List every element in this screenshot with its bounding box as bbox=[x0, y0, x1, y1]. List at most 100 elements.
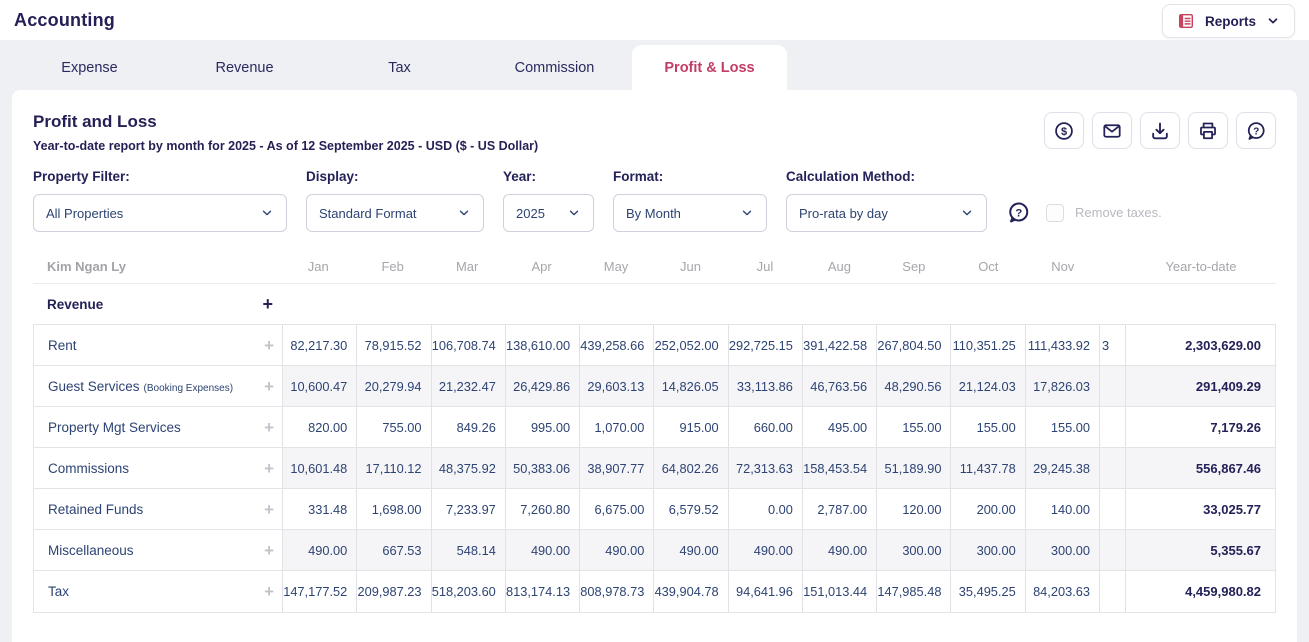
help-icon: ? bbox=[1245, 120, 1267, 142]
property-filter-select[interactable]: All Properties bbox=[33, 194, 287, 232]
month-value-cell: 300.00 bbox=[876, 530, 950, 570]
month-value-cell: 7,260.80 bbox=[505, 489, 579, 529]
month-value-cell: 155.00 bbox=[950, 407, 1024, 447]
section-title: Revenue bbox=[47, 297, 103, 312]
year-select[interactable]: 2025 bbox=[503, 194, 594, 232]
month-value-cell: 120.00 bbox=[876, 489, 950, 529]
row-label: Property Mgt Services+ bbox=[34, 407, 282, 447]
column-header-aug: Aug bbox=[802, 259, 876, 274]
month-value-cell: 110,351.25 bbox=[950, 325, 1024, 365]
month-value-cell: 6,579.52 bbox=[653, 489, 727, 529]
month-value-cell: 21,232.47 bbox=[431, 366, 505, 406]
report-title: Profit and Loss bbox=[33, 112, 538, 132]
tab-profit-loss[interactable]: Profit & Loss bbox=[632, 45, 787, 90]
month-value-cell: 2,787.00 bbox=[802, 489, 876, 529]
print-button[interactable] bbox=[1188, 112, 1228, 149]
row-label: Rent+ bbox=[34, 325, 282, 365]
table-row-commissions: Commissions+10,601.4817,110.1248,375.925… bbox=[34, 448, 1275, 489]
format-select[interactable]: By Month bbox=[613, 194, 767, 232]
print-icon bbox=[1197, 120, 1219, 142]
tab-tax[interactable]: Tax bbox=[322, 45, 477, 90]
month-value-cell: 292,725.15 bbox=[728, 325, 802, 365]
display-filter-label: Display: bbox=[306, 169, 484, 184]
remove-taxes-label: Remove taxes. bbox=[1075, 205, 1162, 220]
ytd-column-header: Year-to-date bbox=[1126, 259, 1276, 274]
month-value-cell: 548.14 bbox=[431, 530, 505, 570]
mail-icon bbox=[1101, 120, 1123, 142]
month-value-cell: 155.00 bbox=[1025, 407, 1099, 447]
expand-row-icon[interactable]: + bbox=[264, 460, 274, 477]
month-value-cell: 0.00 bbox=[728, 489, 802, 529]
email-button[interactable] bbox=[1092, 112, 1132, 149]
faq-button[interactable]: ? bbox=[1236, 112, 1276, 149]
dec-partial-cell bbox=[1099, 407, 1125, 447]
calc-method-value: Pro-rata by day bbox=[799, 206, 888, 221]
display-select[interactable]: Standard Format bbox=[306, 194, 484, 232]
ytd-value-cell: 7,179.26 bbox=[1125, 407, 1275, 447]
month-value-cell: 200.00 bbox=[950, 489, 1024, 529]
help-icon[interactable]: ? bbox=[1006, 200, 1031, 225]
currency-button[interactable]: $ bbox=[1044, 112, 1084, 149]
tab-commission[interactable]: Commission bbox=[477, 45, 632, 90]
svg-text:?: ? bbox=[1015, 207, 1022, 219]
table-row-rent: Rent+82,217.3078,915.52106,708.74138,610… bbox=[34, 325, 1275, 366]
expand-row-icon[interactable]: + bbox=[264, 419, 274, 436]
expand-row-icon[interactable]: + bbox=[264, 542, 274, 559]
property-filter-value: All Properties bbox=[46, 206, 123, 221]
month-value-cell: 490.00 bbox=[653, 530, 727, 570]
month-value-cell: 267,804.50 bbox=[876, 325, 950, 365]
expand-row-icon[interactable]: + bbox=[264, 583, 274, 600]
expand-row-icon[interactable]: + bbox=[264, 378, 274, 395]
month-value-cell: 660.00 bbox=[728, 407, 802, 447]
row-label: Commissions+ bbox=[34, 448, 282, 488]
svg-text:$: $ bbox=[1061, 125, 1067, 137]
month-value-cell: 252,052.00 bbox=[653, 325, 727, 365]
remove-taxes-checkbox[interactable] bbox=[1046, 204, 1064, 222]
table-row-miscellaneous: Miscellaneous+490.00667.53548.14490.0049… bbox=[34, 530, 1275, 571]
expand-row-icon[interactable]: + bbox=[264, 337, 274, 354]
month-value-cell: 391,422.58 bbox=[802, 325, 876, 365]
month-value-cell: 48,290.56 bbox=[876, 366, 950, 406]
month-value-cell: 82,217.30 bbox=[282, 325, 356, 365]
month-value-cell: 26,429.86 bbox=[505, 366, 579, 406]
dec-partial-cell bbox=[1099, 448, 1125, 488]
month-value-cell: 21,124.03 bbox=[950, 366, 1024, 406]
month-value-cell: 14,826.05 bbox=[653, 366, 727, 406]
table-rows: Rent+82,217.3078,915.52106,708.74138,610… bbox=[33, 324, 1276, 613]
expand-section-icon[interactable]: + bbox=[262, 295, 273, 313]
reports-button-label: Reports bbox=[1205, 14, 1256, 29]
currency-icon: $ bbox=[1053, 120, 1075, 142]
report-subtitle: Year-to-date report by month for 2025 - … bbox=[33, 139, 538, 153]
tab-revenue[interactable]: Revenue bbox=[167, 45, 322, 90]
dec-partial-cell bbox=[1099, 489, 1125, 529]
month-value-cell: 820.00 bbox=[282, 407, 356, 447]
column-header-nov: Nov bbox=[1026, 259, 1100, 274]
calc-method-label: Calculation Method: bbox=[786, 169, 987, 184]
month-value-cell: 78,915.52 bbox=[356, 325, 430, 365]
format-filter-label: Format: bbox=[613, 169, 767, 184]
month-value-cell: 111,433.92 bbox=[1025, 325, 1099, 365]
month-value-cell: 10,601.48 bbox=[282, 448, 356, 488]
ytd-value-cell: 5,355.67 bbox=[1125, 530, 1275, 570]
month-value-cell: 808,978.73 bbox=[579, 571, 653, 612]
row-label: Guest Services(Booking Expenses)+ bbox=[34, 366, 282, 406]
tab-expense[interactable]: Expense bbox=[12, 45, 167, 90]
month-value-cell: 439,904.78 bbox=[653, 571, 727, 612]
month-value-cell: 84,203.63 bbox=[1025, 571, 1099, 612]
month-value-cell: 7,233.97 bbox=[431, 489, 505, 529]
column-header-jun: Jun bbox=[653, 259, 727, 274]
month-value-cell: 849.26 bbox=[431, 407, 505, 447]
download-button[interactable] bbox=[1140, 112, 1180, 149]
column-header-may: May bbox=[579, 259, 653, 274]
table-row-tax: Tax+147,177.52209,987.23518,203.601,813,… bbox=[34, 571, 1275, 612]
expand-row-icon[interactable]: + bbox=[264, 501, 274, 518]
month-value-cell: 755.00 bbox=[356, 407, 430, 447]
calc-method-select[interactable]: Pro-rata by day bbox=[786, 194, 987, 232]
chevron-down-icon bbox=[1266, 14, 1280, 28]
page-title: Accounting bbox=[14, 10, 115, 31]
reports-button[interactable]: Reports bbox=[1162, 4, 1295, 38]
table-row-property-mgt-services: Property Mgt Services+820.00755.00849.26… bbox=[34, 407, 1275, 448]
month-value-cell: 48,375.92 bbox=[431, 448, 505, 488]
column-header-mar: Mar bbox=[430, 259, 504, 274]
download-icon bbox=[1149, 120, 1171, 142]
